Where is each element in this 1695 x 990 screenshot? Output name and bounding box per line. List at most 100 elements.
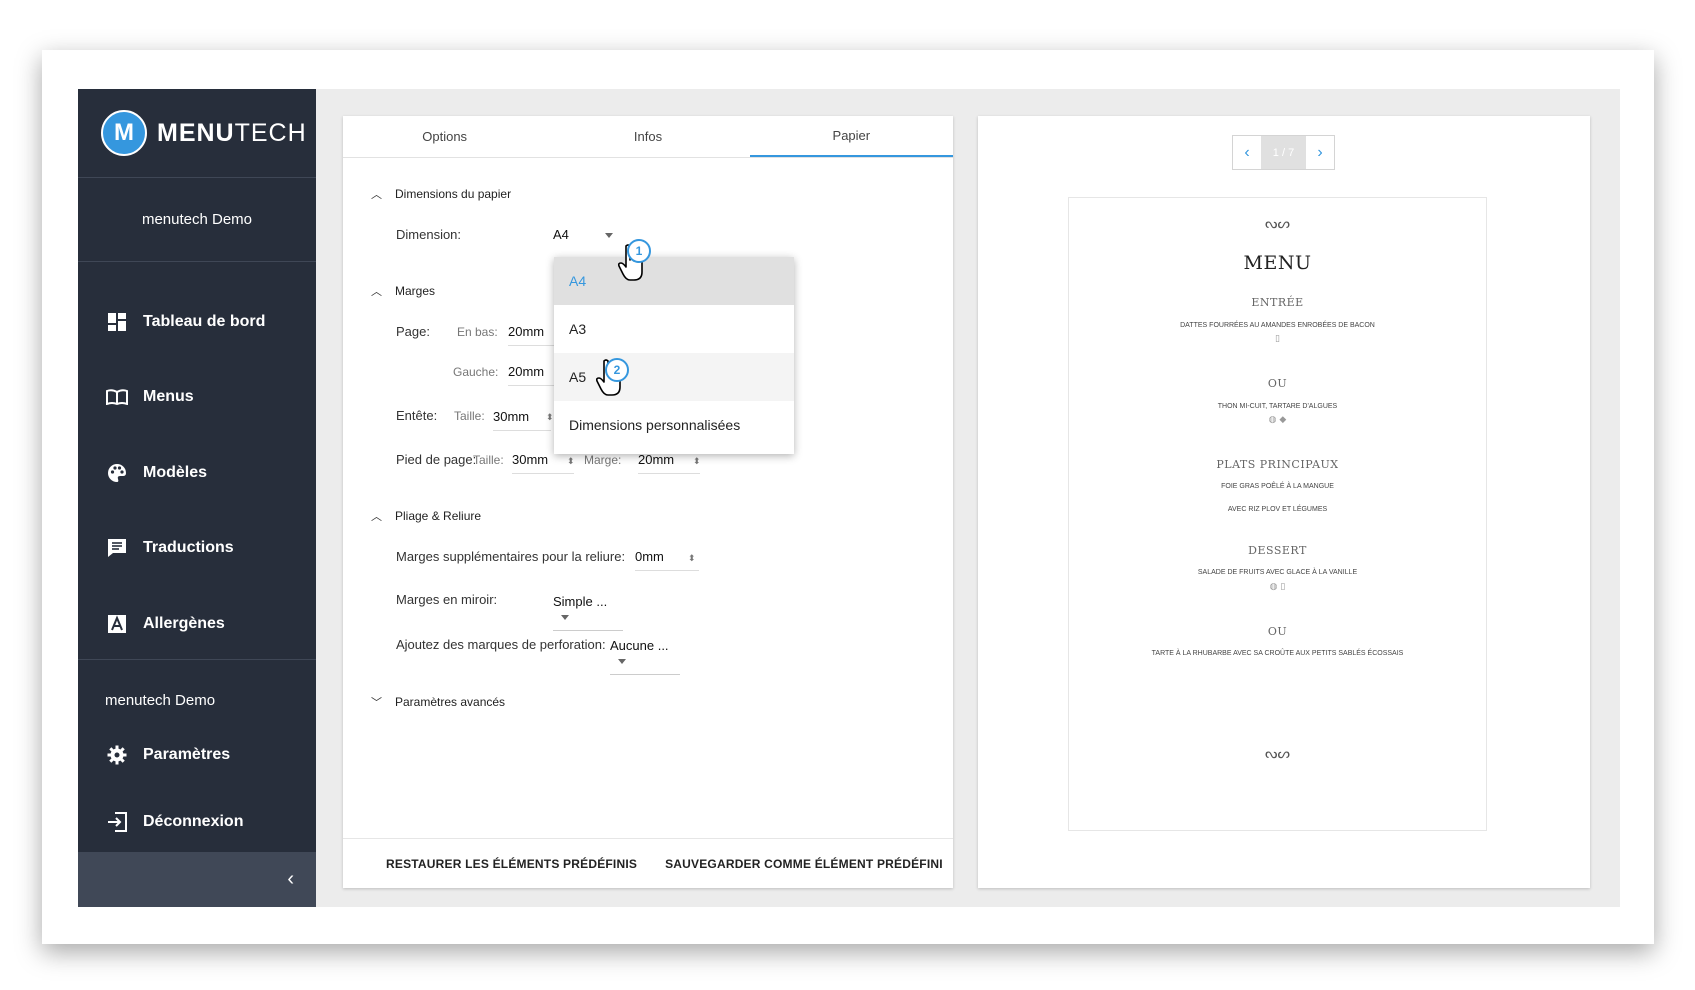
- left-margin-input[interactable]: 20mm: [508, 364, 556, 386]
- section-title-text: Dimensions du papier: [395, 187, 512, 201]
- allergen-icons: ◍ ▯: [1269, 582, 1286, 592]
- logout-icon: [105, 810, 129, 834]
- header-size-label: Taille:: [454, 409, 485, 423]
- sidebar-item-allergens[interactable]: Allergènes: [78, 586, 316, 662]
- binding-margin-label: Marges supplémentaires pour la reliure:: [396, 549, 626, 564]
- tab-infos[interactable]: Infos: [546, 116, 749, 157]
- section-title-text: Paramètres avancés: [395, 695, 506, 709]
- sidebar-item-settings[interactable]: Paramètres: [78, 717, 316, 793]
- chevron-left-icon: ‹: [287, 868, 294, 890]
- left-margin-label: Gauche:: [453, 365, 499, 379]
- chevron-up-icon: ︿: [371, 286, 382, 298]
- dimension-select-value: A4: [553, 227, 569, 242]
- mirror-margin-select[interactable]: Simple ...: [553, 594, 623, 631]
- dropdown-option-a4[interactable]: A4: [554, 257, 794, 305]
- tab-bar: Options Infos Papier: [343, 116, 953, 158]
- chevron-down-icon: ﹀: [371, 697, 382, 709]
- palette-icon: [105, 461, 129, 485]
- menutech-logo-icon: M: [101, 110, 147, 156]
- sidebar-item-menus[interactable]: Menus: [78, 360, 316, 436]
- menu-section-heading: DESSERT: [1248, 544, 1307, 557]
- restore-defaults-button[interactable]: RESTAURER LES ÉLÉMENTS PRÉDÉFINIS: [386, 857, 637, 871]
- section-title-text: Marges: [395, 284, 436, 298]
- sidebar-nav: Tableau de bord Menus Modèles Traduction…: [78, 262, 316, 660]
- page-label: Page:: [396, 324, 430, 339]
- sidebar-item-label: Déconnexion: [143, 812, 244, 830]
- menu-section-heading: ENTRÉE: [1251, 296, 1304, 309]
- account-name-bottom: menutech Demo: [105, 692, 216, 709]
- callout-badge: 2: [605, 358, 629, 382]
- save-as-default-button[interactable]: SAUVEGARDER COMME ÉLÉMENT PRÉDÉFINI: [665, 857, 943, 871]
- dimension-label: Dimension:: [396, 227, 462, 242]
- allergen-icons: ▯: [1275, 334, 1280, 344]
- dropdown-option-custom[interactable]: Dimensions personnalisées: [554, 401, 794, 449]
- brand[interactable]: M MENUTECH: [78, 89, 316, 178]
- menu-title: MENU: [1243, 252, 1312, 274]
- mirror-margin-value: Simple ...: [553, 594, 608, 609]
- menu-section-heading: PLATS PRINCIPAUX: [1216, 458, 1339, 471]
- flourish-ornament-icon: ᔓᔕ: [1265, 216, 1290, 232]
- sidebar-item-translations[interactable]: Traductions: [78, 511, 316, 587]
- sidebar-item-label: Allergènes: [143, 614, 225, 632]
- perforation-select[interactable]: Aucune ...: [610, 638, 680, 675]
- app-window: M MENUTECH menutech Demo Tableau de bord…: [78, 89, 1620, 907]
- settings-panel: Options Infos Papier ︿ Dimensions du pap…: [343, 116, 953, 888]
- brand-name-bold: MENU: [157, 118, 235, 147]
- footer-size-label: Taille:: [473, 453, 504, 467]
- section-advanced[interactable]: ﹀ Paramètres avancés: [371, 694, 505, 710]
- menu-item: FOIE GRAS POÊLÉ À LA MANGUE: [1221, 483, 1334, 490]
- stepper-icon[interactable]: ⬍: [688, 553, 696, 564]
- footer-margin-input[interactable]: 20mm: [638, 452, 700, 474]
- dimension-dropdown-menu: A4 A3 A5 Dimensions personnalisées: [554, 257, 794, 454]
- footer-label: Pied de page:: [396, 452, 477, 467]
- bottom-margin-input[interactable]: 20mm: [508, 324, 556, 346]
- sidebar-collapse-button[interactable]: ‹: [78, 852, 316, 907]
- chevron-up-icon: ︿: [371, 511, 382, 523]
- caret-down-icon[interactable]: [605, 233, 613, 238]
- header-size-input[interactable]: 30mm: [493, 409, 551, 431]
- callout-badge: 1: [627, 239, 651, 263]
- allergen-icon: [105, 612, 129, 636]
- preview-panel: ‹ 1 / 7 › ᔓᔕ MENU ENTRÉE DATTES FOURRÉES…: [978, 116, 1590, 888]
- menu-section-heading: OU: [1267, 377, 1288, 390]
- section-folding-binding[interactable]: ︿ Pliage & Reliure: [371, 508, 481, 524]
- stepper-icon[interactable]: ⬍: [693, 456, 701, 467]
- section-margins[interactable]: ︿ Marges: [371, 283, 435, 299]
- book-icon: [105, 385, 129, 409]
- menu-page-preview: ᔓᔕ MENU ENTRÉE DATTES FOURRÉES AU AMANDE…: [1068, 197, 1487, 831]
- menu-item: SALADE DE FRUITS AVEC GLACE À LA VANILLE: [1197, 569, 1358, 576]
- section-paper-dimensions[interactable]: ︿ Dimensions du papier: [371, 186, 511, 202]
- footer-margin-label: Marge:: [584, 453, 622, 467]
- sidebar-item-logout[interactable]: Déconnexion: [78, 793, 316, 851]
- menu-item: TARTE À LA RHUBARBE AVEC SA CROÛTE AUX P…: [1151, 650, 1404, 657]
- footer-size-input[interactable]: 30mm: [512, 452, 574, 474]
- dashboard-icon: [105, 310, 129, 334]
- chevron-up-icon: ︿: [371, 189, 382, 201]
- section-title-text: Pliage & Reliure: [395, 509, 482, 523]
- sidebar-item-templates[interactable]: Modèles: [78, 435, 316, 511]
- dropdown-option-a5[interactable]: A5: [554, 353, 794, 401]
- chevron-right-icon[interactable]: ›: [1306, 136, 1334, 169]
- stepper-icon[interactable]: ⬍: [567, 456, 575, 467]
- dropdown-option-a3[interactable]: A3: [554, 305, 794, 353]
- caret-down-icon: [618, 659, 626, 665]
- sidebar: M MENUTECH menutech Demo Tableau de bord…: [78, 89, 316, 907]
- account-name[interactable]: menutech Demo: [78, 178, 316, 262]
- sidebar-item-label: Tableau de bord: [143, 312, 266, 330]
- menu-item: DATTES FOURRÉES AU AMANDES ENROBÉES DE B…: [1180, 322, 1375, 329]
- tab-paper[interactable]: Papier: [749, 116, 953, 157]
- perforation-label: Ajoutez des marques de perforation:: [396, 637, 606, 652]
- sidebar-item-label: Paramètres: [143, 745, 231, 763]
- page-indicator: 1 / 7: [1261, 136, 1306, 169]
- sidebar-item-dashboard[interactable]: Tableau de bord: [78, 284, 316, 360]
- chevron-left-icon[interactable]: ‹: [1233, 136, 1261, 169]
- bottom-margin-label: En bas:: [457, 325, 498, 339]
- stepper-icon[interactable]: ⬍: [546, 412, 554, 423]
- sidebar-item-label: Traductions: [143, 539, 234, 557]
- translate-icon: [105, 536, 129, 560]
- tab-options[interactable]: Options: [343, 116, 546, 157]
- caret-down-icon: [561, 615, 569, 621]
- brand-name: MENUTECH: [157, 119, 307, 148]
- menu-item: THON MI-CUIT, TARTARE D'ALGUES: [1217, 403, 1338, 410]
- menu-item: AVEC RIZ PLOV ET LÉGUMES: [1227, 506, 1328, 513]
